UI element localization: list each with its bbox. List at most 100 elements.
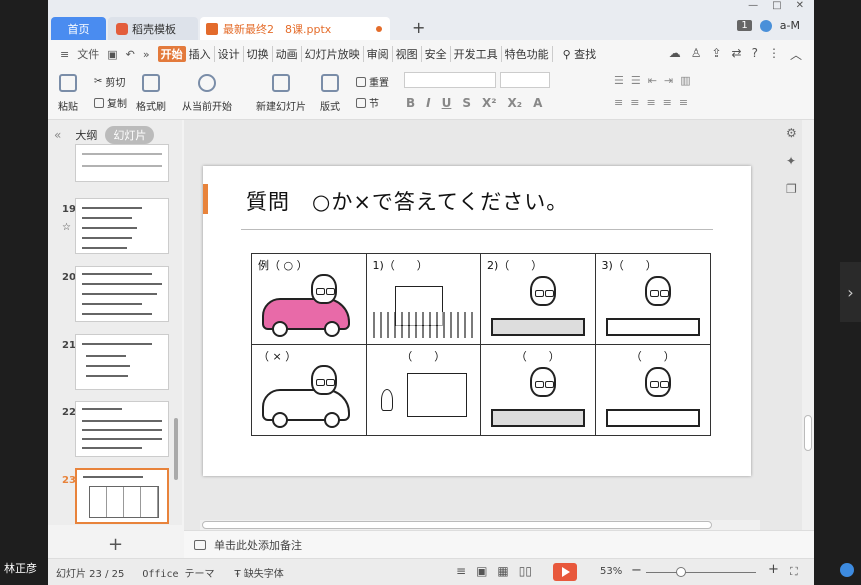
numbering-icon[interactable]: ☰ (631, 74, 641, 87)
more-icon[interactable]: » (143, 48, 150, 61)
bold-icon[interactable]: B (406, 96, 415, 110)
reading-view-icon[interactable]: ▯▯ (519, 564, 532, 578)
slide-thumb-22[interactable] (75, 401, 169, 457)
justify-icon[interactable]: ≡ (663, 96, 672, 109)
tab-start[interactable]: 开始 (157, 46, 186, 62)
copy-format-icon[interactable]: ❐ (786, 182, 797, 196)
more-menu-icon[interactable]: ⋮ (768, 46, 780, 63)
tab-home[interactable]: 首页 (51, 17, 106, 40)
tab-animation[interactable]: 动画 (273, 46, 302, 62)
fit-window-icon[interactable]: ⛶ (790, 565, 798, 579)
zoom-slider-knob[interactable] (676, 567, 686, 577)
chat-icon[interactable] (840, 563, 854, 577)
close-icon[interactable]: ✕ (796, 0, 804, 14)
tab-review[interactable]: 审阅 (364, 46, 393, 62)
section-button[interactable]: 节 (356, 95, 379, 110)
distribute-icon[interactable]: ≡ (679, 96, 688, 109)
minimize-icon[interactable]: — (748, 0, 758, 14)
vertical-scrollbar[interactable] (802, 120, 814, 530)
panel-scrollbar[interactable] (174, 418, 178, 480)
subscript-icon[interactable]: X₂ (508, 96, 523, 110)
font-size-select[interactable] (500, 72, 550, 88)
cloud-icon[interactable]: ☁ (669, 46, 681, 63)
align-left-icon[interactable]: ≡ (614, 96, 623, 109)
new-tab-button[interactable]: + (412, 18, 425, 37)
tab-insert[interactable]: 插入 (186, 46, 215, 62)
font-color-icon[interactable]: A (533, 96, 542, 110)
play-from-current-button[interactable]: 从当前开始 (182, 74, 232, 113)
properties-icon[interactable]: ⚙ (786, 126, 797, 140)
search-button[interactable]: ⚲ 查找 (563, 46, 597, 62)
zoom-in-button[interactable]: + (768, 562, 779, 577)
copy-button[interactable]: 复制 (94, 95, 127, 110)
zoom-slider[interactable] (646, 572, 756, 573)
missing-font-button[interactable]: Ŧ 缺失字体 (235, 565, 284, 580)
tab-transition[interactable]: 切换 (244, 46, 273, 62)
font-family-select[interactable] (404, 72, 496, 88)
hamburger-icon[interactable]: ≡ (60, 48, 69, 61)
strikethrough-icon[interactable]: S (462, 96, 471, 110)
tab-template[interactable]: 稻壳模板 (108, 17, 198, 40)
paste-button[interactable]: 粘贴 (58, 74, 78, 113)
format-painter-button[interactable]: 格式刷 (136, 74, 166, 113)
scroll-thumb[interactable] (202, 521, 712, 529)
columns-icon[interactable]: ▥ (680, 74, 690, 87)
animation-icon[interactable]: ✦ (786, 154, 797, 168)
align-center-icon[interactable]: ≡ (630, 96, 639, 109)
maximize-icon[interactable]: □ (772, 0, 781, 14)
italic-icon[interactable]: I (426, 96, 430, 110)
menu-right-tools: ☁ ♙ ⇪ ⇄ ? ⋮ ︿ (669, 46, 802, 63)
tab-design[interactable]: 设计 (215, 46, 244, 62)
slide-thumb-18[interactable] (75, 144, 169, 182)
undo-icon[interactable]: ↶ (126, 48, 135, 61)
layout-button[interactable]: 版式 (320, 74, 340, 113)
outdent-icon[interactable]: ⇤ (648, 74, 657, 87)
file-menu[interactable]: 文件 (77, 46, 99, 62)
share-icon[interactable]: ⇪ (711, 46, 721, 63)
slideshow-play-button[interactable] (553, 563, 577, 581)
normal-view-icon[interactable]: ▣ (476, 564, 487, 578)
collapse-panel-icon[interactable]: « (54, 128, 61, 142)
cut-button[interactable]: ✂ 剪切 (94, 74, 125, 89)
slide-thumb-20[interactable] (75, 266, 169, 322)
tab-features[interactable]: 特色功能 (502, 46, 553, 62)
collapse-ribbon-icon[interactable]: ︿ (790, 46, 802, 63)
notes-pane[interactable]: 单击此处添加备注 (184, 530, 814, 558)
tab-slideshow[interactable]: 幻灯片放映 (302, 46, 364, 62)
slide[interactable]: 質問 ○か×で答えてください。 例（ ○ ） 1)（ ） 2)（ ） 3)（ ） (203, 166, 751, 476)
new-slide-button[interactable]: 新建幻灯片 (256, 74, 306, 113)
tab-security[interactable]: 安全 (422, 46, 451, 62)
underline-icon[interactable]: U (442, 96, 452, 110)
avatar[interactable] (759, 19, 772, 32)
picture-grid[interactable]: 例（ ○ ） 1)（ ） 2)（ ） 3)（ ） （ × ） （ ） （ ） （… (251, 253, 711, 436)
collab-icon[interactable]: ♙ (691, 46, 702, 63)
unsaved-dot-icon[interactable] (376, 25, 382, 32)
workspace-badge[interactable]: 1 (737, 20, 752, 31)
zoom-out-button[interactable]: − (631, 563, 642, 578)
tab-outline[interactable]: 大纲 (75, 127, 97, 143)
notes-toggle-icon[interactable]: ≡ (456, 564, 466, 578)
tab-document[interactable]: 最新最终2 8课.pptx (200, 17, 390, 40)
sync-icon[interactable]: ⇄ (732, 46, 742, 63)
sorter-view-icon[interactable]: ▦ (497, 564, 508, 578)
horizontal-scrollbar[interactable] (200, 520, 760, 530)
indent-icon[interactable]: ⇥ (664, 74, 673, 87)
next-page-arrow[interactable]: › (840, 262, 861, 322)
slide-thumb-23[interactable] (75, 468, 169, 524)
superscript-icon[interactable]: X² (482, 96, 497, 110)
tab-slides[interactable]: 幻灯片 (105, 126, 155, 144)
slide-thumb-19[interactable] (75, 198, 169, 254)
zoom-level[interactable]: 53% (600, 566, 622, 577)
user-name[interactable]: a-M (780, 19, 800, 32)
save-icon[interactable]: ▣ (107, 48, 117, 61)
tab-view[interactable]: 视图 (393, 46, 422, 62)
tab-developer[interactable]: 开发工具 (451, 46, 502, 62)
reset-button[interactable]: 重置 (356, 74, 389, 89)
help-icon[interactable]: ? (752, 46, 758, 63)
slide-title[interactable]: 質問 ○か×で答えてください。 (246, 186, 568, 216)
slide-thumb-21[interactable] (75, 334, 169, 390)
add-slide-button[interactable]: + (108, 534, 123, 555)
align-right-icon[interactable]: ≡ (646, 96, 655, 109)
bullets-icon[interactable]: ☰ (614, 74, 624, 87)
scroll-thumb[interactable] (804, 415, 812, 451)
